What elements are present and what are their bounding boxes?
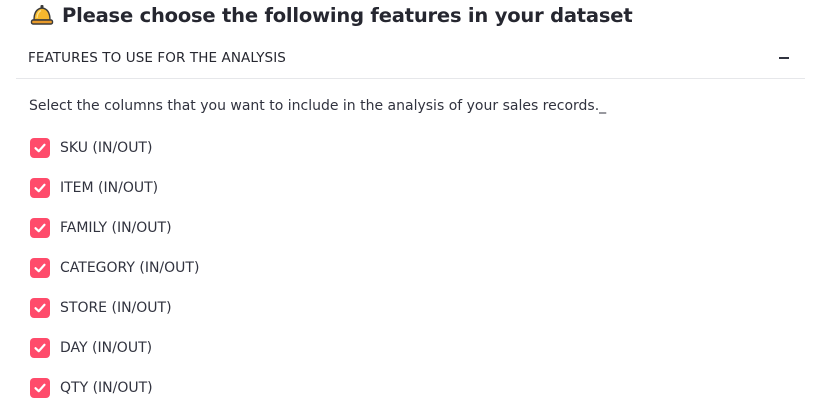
page-header: Please choose the following features in … [30,1,633,29]
checkbox-item[interactable]: ITEM (IN/OUT) [30,178,199,198]
minus-icon[interactable] [779,57,789,59]
checkbox-category[interactable]: CATEGORY (IN/OUT) [30,258,199,278]
bell-icon [30,4,54,26]
checkbox-day[interactable]: DAY (IN/OUT) [30,338,199,358]
checkmark-icon[interactable] [30,218,50,238]
checkbox-label: FAMILY (IN/OUT) [60,220,172,236]
checkbox-family[interactable]: FAMILY (IN/OUT) [30,218,199,238]
checkbox-label: QTY (IN/OUT) [60,380,153,396]
checkbox-label: ITEM (IN/OUT) [60,180,159,196]
expander-title: FEATURES TO USE FOR THE ANALYSIS [28,50,286,66]
checkmark-icon[interactable] [30,338,50,358]
description-text: Select the columns that you want to incl… [29,98,607,114]
checkmark-icon[interactable] [30,298,50,318]
checkmark-icon[interactable] [30,178,50,198]
checkbox-label: STORE (IN/OUT) [60,300,172,316]
checkbox-label: CATEGORY (IN/OUT) [60,260,200,276]
checkbox-store[interactable]: STORE (IN/OUT) [30,298,199,318]
checkbox-label: SKU (IN/OUT) [60,140,153,156]
page-title: Please choose the following features in … [62,3,633,27]
checkbox-sku[interactable]: SKU (IN/OUT) [30,138,199,158]
checkmark-icon[interactable] [30,258,50,278]
expander-header[interactable]: FEATURES TO USE FOR THE ANALYSIS [16,38,805,79]
checkbox-qty[interactable]: QTY (IN/OUT) [30,378,199,398]
feature-checkbox-list: SKU (IN/OUT) ITEM (IN/OUT) FAMILY (IN/OU… [30,138,199,418]
checkmark-icon[interactable] [30,378,50,398]
checkbox-label: DAY (IN/OUT) [60,340,153,356]
features-expander: FEATURES TO USE FOR THE ANALYSIS [16,38,805,79]
checkmark-icon[interactable] [30,138,50,158]
